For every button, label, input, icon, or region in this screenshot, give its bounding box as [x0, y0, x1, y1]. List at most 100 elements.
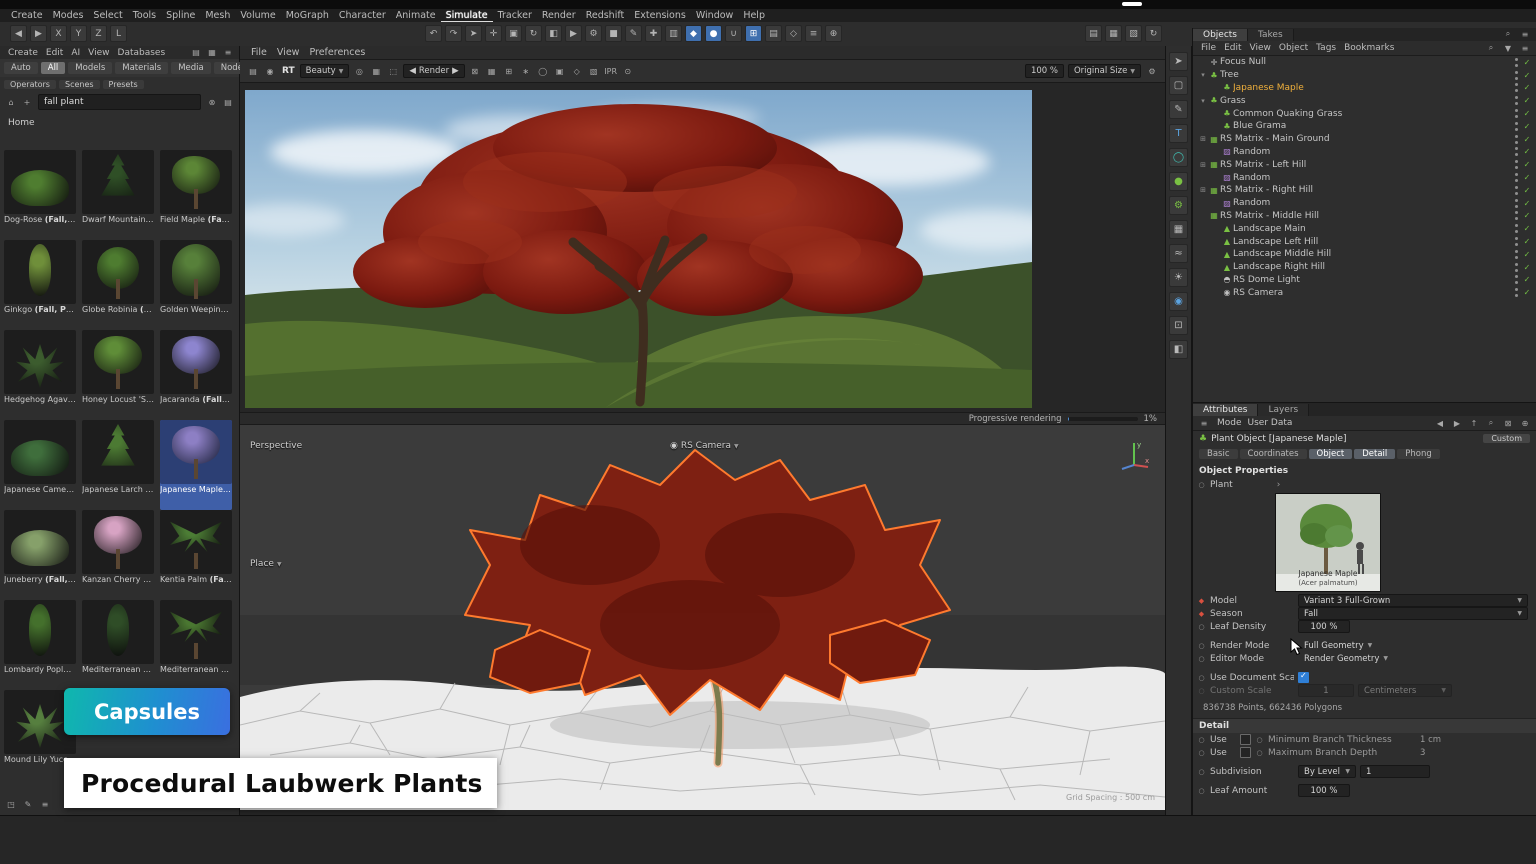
menu-item[interactable]: Help — [738, 10, 770, 21]
object-name[interactable]: Tree — [1220, 70, 1239, 80]
footer-icon[interactable]: ✎ — [21, 797, 35, 811]
keyframe-marker[interactable] — [1197, 787, 1206, 795]
plant-asset-tile[interactable]: Kanzan Cherry (Fall, Plant) — [82, 510, 154, 600]
checkbox[interactable] — [1240, 734, 1251, 745]
render-view-menu-item[interactable]: File — [246, 47, 272, 58]
plant-asset-tile[interactable]: Japanese Maple (Fall, Plant) — [160, 420, 232, 510]
search-action-icon[interactable]: ▤ — [221, 95, 235, 109]
attribute-nav-icon[interactable]: ▶ — [1450, 416, 1464, 430]
visibility-dots[interactable] — [1514, 172, 1520, 183]
object-name[interactable]: Common Quaking Grass — [1233, 109, 1342, 119]
object-menu-item[interactable]: File — [1197, 43, 1220, 53]
visibility-dots[interactable] — [1514, 121, 1520, 132]
rail-tool-icon[interactable]: ⚙ — [1169, 196, 1188, 215]
manager-tab[interactable]: Takes — [1248, 29, 1294, 41]
menu-item[interactable]: Redshift — [581, 10, 630, 21]
attribute-row[interactable]: Subdivision By Level▼ ▼ 1 — [1193, 765, 1536, 778]
render-toolbar-icon[interactable]: ⊙ — [621, 64, 635, 78]
object-tree-row[interactable]: ◉ RS Camera F ✓ — [1193, 286, 1536, 299]
keyframe-marker[interactable] — [1197, 481, 1206, 489]
plant-parameter-row[interactable]: Plant › — [1193, 478, 1536, 491]
toolbar-icon[interactable]: ▣ — [505, 25, 522, 42]
visibility-dots[interactable] — [1514, 287, 1520, 298]
render-view-menu-item[interactable]: View — [272, 47, 305, 58]
expander-icon[interactable]: ▾ — [1198, 71, 1208, 79]
toolbar-icon[interactable]: Y — [70, 25, 87, 42]
menu-item[interactable]: Animate — [391, 10, 441, 21]
menu-item[interactable]: Volume — [235, 10, 280, 21]
enabled-checkmark[interactable]: ✓ — [1522, 263, 1532, 272]
rail-tool-icon[interactable]: T — [1169, 124, 1188, 143]
expander-icon[interactable]: ⊞ — [1198, 135, 1208, 143]
attribute-value[interactable]: 100 %▼ — [1298, 784, 1350, 797]
enabled-checkmark[interactable]: ✓ — [1522, 147, 1532, 156]
object-name[interactable]: RS Matrix - Main Ground — [1220, 134, 1330, 144]
object-name[interactable]: RS Matrix - Right Hill — [1220, 185, 1313, 195]
visibility-dots[interactable] — [1514, 108, 1520, 119]
filter-chip[interactable]: Models — [68, 62, 112, 74]
menu-item[interactable]: Mesh — [200, 10, 235, 21]
toolbar-icon[interactable]: ↻ — [1145, 25, 1162, 42]
enabled-checkmark[interactable]: ✓ — [1522, 173, 1532, 182]
enabled-checkmark[interactable]: ✓ — [1522, 96, 1532, 105]
object-tree-row[interactable]: ▨ Random F ✓ — [1193, 146, 1536, 159]
keyframe-marker[interactable] — [1197, 597, 1206, 605]
visibility-dots[interactable] — [1514, 95, 1520, 106]
attribute-value[interactable]: Render Geometry▼ — [1298, 652, 1394, 665]
rail-tool-icon[interactable]: ◧ — [1169, 340, 1188, 359]
object-tree-row[interactable]: ✛ Focus Null F ✓ — [1193, 56, 1536, 69]
plant-asset-tile[interactable]: Mediterranean Dwarf Palm (Fall, Plant) — [160, 600, 232, 690]
object-menu-item[interactable]: Tags — [1312, 43, 1340, 53]
view-mode-icon[interactable]: ▤ — [189, 46, 203, 60]
visibility-dots[interactable] — [1514, 262, 1520, 273]
keyframe-marker[interactable] — [1197, 623, 1206, 631]
toolbar-icon[interactable]: L — [110, 25, 127, 42]
breadcrumb-home[interactable]: Home — [0, 112, 239, 130]
toolbar-icon[interactable]: ∪ — [725, 25, 742, 42]
asset-menu-item[interactable]: Create — [4, 48, 42, 58]
menu-item[interactable]: Extensions — [629, 10, 691, 21]
toolbar-icon[interactable]: ✚ — [645, 25, 662, 42]
attribute-row[interactable]: Leaf Density 100 %▼ ▼ — [1193, 620, 1536, 633]
toolbar-icon[interactable]: Z — [90, 25, 107, 42]
menu-item[interactable]: Tools — [128, 10, 161, 21]
object-name[interactable]: RS Camera — [1233, 288, 1283, 298]
object-tree-row[interactable]: ⊞ ▦ RS Matrix - Right Hill F ✓ — [1193, 184, 1536, 197]
visibility-dots[interactable] — [1514, 210, 1520, 221]
menu-item[interactable]: Render — [537, 10, 581, 21]
menu-item[interactable]: Modes — [48, 10, 89, 21]
manager-tab-icon[interactable]: ⌕ — [1501, 27, 1515, 41]
plant-asset-tile[interactable]: Jacaranda (Fall, Plant) — [160, 330, 232, 420]
keyframe-marker[interactable] — [1197, 768, 1206, 776]
object-name[interactable]: Random — [1233, 173, 1270, 183]
object-menu-icon[interactable]: ▼ — [1501, 41, 1515, 55]
enabled-checkmark[interactable]: ✓ — [1522, 186, 1532, 195]
search-nav-icon[interactable]: + — [20, 95, 34, 109]
render-toolbar-icon[interactable]: ⬚ — [386, 64, 400, 78]
rail-tool-icon[interactable]: ➤ — [1169, 52, 1188, 71]
toolbar-icon[interactable]: ● — [705, 25, 722, 42]
render-toolbar-icon[interactable]: ▤ — [246, 64, 260, 78]
rail-tool-icon[interactable]: ● — [1169, 172, 1188, 191]
render-toolbar-icon[interactable]: ▧ — [587, 64, 601, 78]
visibility-dots[interactable] — [1514, 70, 1520, 81]
rail-tool-icon[interactable]: ◉ — [1169, 292, 1188, 311]
render-toolbar-icon[interactable]: ∗ — [519, 64, 533, 78]
zoom-level-field[interactable]: 100 % — [1025, 64, 1064, 78]
object-name[interactable]: Landscape Main — [1233, 224, 1306, 234]
toolbar-icon[interactable]: ➤ — [465, 25, 482, 42]
menu-item[interactable]: Select — [88, 10, 127, 21]
attribute-number[interactable]: 1 — [1360, 765, 1430, 778]
attribute-section-tab[interactable]: Object — [1309, 449, 1353, 459]
object-tree-row[interactable]: ▲ Landscape Left Hill F ✓ — [1193, 235, 1536, 248]
object-tree-row[interactable]: ▲ Landscape Main F ✓ — [1193, 222, 1536, 235]
render-toolbar-icon[interactable]: ▣ — [553, 64, 567, 78]
view-mode-icon[interactable]: ≡ — [221, 46, 235, 60]
object-name[interactable]: RS Dome Light — [1233, 275, 1300, 285]
attribute-nav-icon[interactable]: ⌕ — [1484, 416, 1498, 430]
visibility-dots[interactable] — [1514, 146, 1520, 157]
attribute-section-tab[interactable]: Coordinates — [1240, 449, 1307, 459]
checkbox[interactable] — [1298, 672, 1309, 683]
toolbar-icon[interactable]: ⊞ — [745, 25, 762, 42]
object-tree-row[interactable]: ▲ Landscape Right Hill F ✓ — [1193, 261, 1536, 274]
